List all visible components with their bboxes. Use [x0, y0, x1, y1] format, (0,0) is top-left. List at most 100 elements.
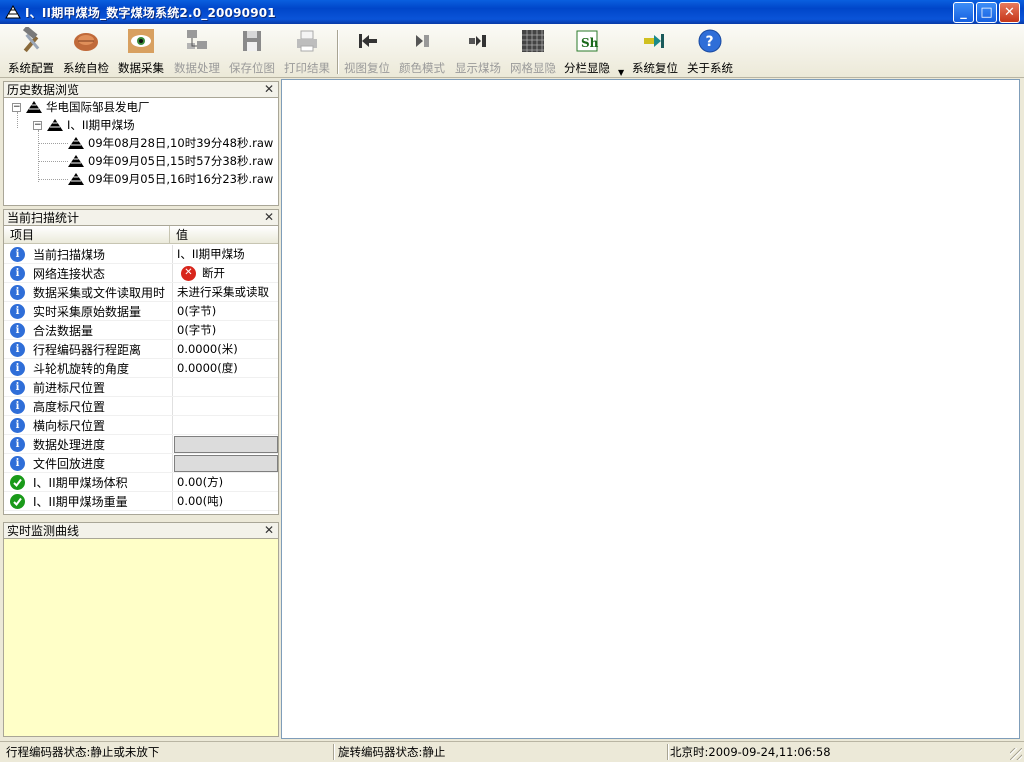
stats-row-value: 0.0000(米) — [177, 342, 238, 356]
title-bar[interactable]: I、II期甲煤场_数字煤场系统2.0_20090901 _ □ ✕ — [0, 0, 1024, 24]
close-icon[interactable]: ✕ — [261, 210, 274, 224]
main-view-canvas[interactable] — [281, 79, 1020, 739]
toolbar-label: 颜色模式 — [399, 61, 445, 75]
stats-row-value: 0(字节) — [177, 304, 217, 318]
tree-node-yard[interactable]: − I、II期甲煤场 — [33, 116, 135, 134]
stats-row[interactable]: I、II期甲煤场重量 0.00(吨) — [4, 492, 278, 511]
info-icon: i — [10, 303, 25, 319]
window-title: I、II期甲煤场_数字煤场系统2.0_20090901 — [25, 5, 276, 20]
stats-row[interactable]: i 行程编码器行程距离 0.0000(米) — [4, 340, 278, 359]
toolbar-button-color-mode[interactable]: 颜色模式 — [396, 24, 448, 78]
tree-node-label: 09年09月05日,16时16分23秒.raw — [88, 172, 274, 186]
collapse-icon[interactable]: − — [33, 120, 42, 130]
check-icon — [10, 493, 25, 509]
maximize-icon: □ — [980, 5, 993, 20]
stats-row-value-cell: 0.0000(度) — [172, 359, 278, 377]
column-header-item[interactable]: 项目 — [4, 226, 170, 244]
toolbar-label: 网格显隐 — [510, 61, 556, 75]
minimize-button[interactable]: _ — [953, 2, 974, 23]
maximize-button[interactable]: □ — [976, 2, 997, 23]
floppy-disk-icon — [237, 26, 267, 56]
close-button[interactable]: ✕ — [999, 2, 1020, 23]
stats-row-value-cell — [172, 378, 278, 396]
toolbar-button-about[interactable]: ? 关于系统 — [684, 24, 736, 78]
toolbar-button-show-yard[interactable]: 显示煤场 — [452, 24, 504, 78]
stats-row[interactable]: i 高度标尺位置 — [4, 397, 278, 416]
encoder-status: 行程编码器状态:静止或未放下 — [6, 745, 160, 759]
tree-node-file[interactable]: 09年08月28日,10时39分48秒.raw — [68, 134, 273, 152]
toolbar-label: 系统自检 — [63, 61, 109, 75]
stats-row[interactable]: i 当前扫描煤场 I、II期甲煤场 — [4, 245, 278, 264]
progress-bar — [174, 435, 278, 453]
color-mode-icon — [407, 26, 437, 56]
stats-row[interactable]: i 前进标尺位置 — [4, 378, 278, 397]
info-icon: i — [10, 322, 25, 338]
toolbar-label: 系统复位 — [632, 61, 678, 75]
coal-pile-icon — [26, 101, 42, 113]
resize-grip[interactable] — [1010, 748, 1022, 760]
toolbar-button-split-toggle[interactable]: Sh 分栏显隐 — [561, 24, 613, 78]
stats-row[interactable]: i 实时采集原始数据量 0(字节) — [4, 302, 278, 321]
beijing-time: 北京时:2009-09-24,11:06:58 — [670, 745, 831, 759]
toolbar-button-collect[interactable]: 数据采集 — [115, 24, 167, 78]
coal-pile-icon — [5, 5, 21, 19]
stats-panel-title: 当前扫描统计 — [7, 211, 80, 225]
stats-row[interactable]: i 横向标尺位置 — [4, 416, 278, 435]
curve-panel-title: 实时监测曲线 — [7, 524, 80, 538]
realtime-curve-area[interactable] — [3, 539, 279, 737]
stats-row[interactable]: i 斗轮机旋转的角度 0.0000(度) — [4, 359, 278, 378]
stats-row-value-cell: I、II期甲煤场 — [172, 245, 278, 263]
stats-row[interactable]: i 文件回放进度 — [4, 454, 278, 473]
toolbar-label: 显示煤场 — [455, 61, 501, 75]
stats-row-value-cell: 0(字节) — [172, 302, 278, 320]
column-header-value[interactable]: 值 — [170, 226, 278, 244]
stats-row-value-cell — [172, 454, 278, 472]
close-icon: ✕ — [1004, 5, 1015, 20]
toolbar-button-config[interactable]: 系统配置 — [6, 24, 56, 78]
info-icon: i — [10, 398, 25, 414]
hammer-wrench-icon — [16, 26, 46, 56]
toolbar-button-save-bitmap[interactable]: 保存位图 — [226, 24, 278, 78]
stats-row-value: 0.0000(度) — [177, 361, 238, 375]
svg-text:?: ? — [706, 34, 714, 50]
stats-row-value: I、II期甲煤场 — [177, 247, 245, 261]
toolbar-button-system-reset[interactable]: 系统复位 — [629, 24, 681, 78]
stats-row-value: 未进行采集或读取 — [177, 285, 269, 299]
stats-row[interactable]: i 数据处理进度 — [4, 435, 278, 454]
toolbar-button-view-reset[interactable]: 视图复位 — [341, 24, 393, 78]
tree-node-label: 09年08月28日,10时39分48秒.raw — [88, 136, 274, 150]
toolbar-button-grid-toggle[interactable]: 网格显隐 — [507, 24, 559, 78]
stats-panel-header: 当前扫描统计 ✕ — [3, 209, 279, 226]
split-column-icon: Sh — [572, 26, 602, 56]
close-icon[interactable]: ✕ — [261, 82, 274, 96]
toolbar-button-selfcheck[interactable]: 系统自检 — [61, 24, 111, 78]
history-panel-header: 历史数据浏览 ✕ — [3, 81, 279, 98]
info-icon: i — [10, 341, 25, 357]
stats-row-value-cell: ✕ 断开 — [172, 264, 278, 282]
tree-node-file[interactable]: 09年09月05日,15时57分38秒.raw — [68, 152, 273, 170]
stats-row[interactable]: i 数据采集或文件读取用时 未进行采集或读取 — [4, 283, 278, 302]
arrow-left-bar-icon — [352, 26, 382, 56]
dropdown-arrow-icon[interactable]: ▼ — [618, 68, 624, 77]
app-window: I、II期甲煤场_数字煤场系统2.0_20090901 _ □ ✕ 系统配置 系… — [0, 0, 1024, 762]
info-icon: i — [10, 360, 25, 376]
close-icon[interactable]: ✕ — [261, 523, 274, 537]
toolbar-separator — [337, 30, 339, 74]
info-icon: i — [10, 379, 25, 395]
tree-node-file[interactable]: 09年09月05日,16时16分23秒.raw — [68, 170, 273, 188]
history-panel-title: 历史数据浏览 — [7, 83, 80, 97]
collapse-icon[interactable]: − — [12, 102, 21, 112]
stats-row[interactable]: I、II期甲煤场体积 0.00(方) — [4, 473, 278, 492]
info-icon: i — [10, 246, 25, 262]
stats-row-value: 0.00(吨) — [177, 494, 224, 508]
stats-row-value-cell — [172, 435, 278, 453]
toolbar-label: 数据处理 — [174, 61, 220, 75]
coal-pile-icon — [68, 137, 84, 149]
toolbar-button-process[interactable]: 数据处理 — [171, 24, 223, 78]
toolbar-button-print[interactable]: 打印结果 — [281, 24, 333, 78]
coal-pile-icon — [47, 119, 63, 131]
tree-node-root[interactable]: − 华电国际邹县发电厂 — [12, 98, 150, 116]
stats-row[interactable]: i 合法数据量 0(字节) — [4, 321, 278, 340]
stats-row-label: 高度标尺位置 — [33, 399, 106, 414]
stats-row[interactable]: i 网络连接状态 ✕ 断开 — [4, 264, 278, 283]
